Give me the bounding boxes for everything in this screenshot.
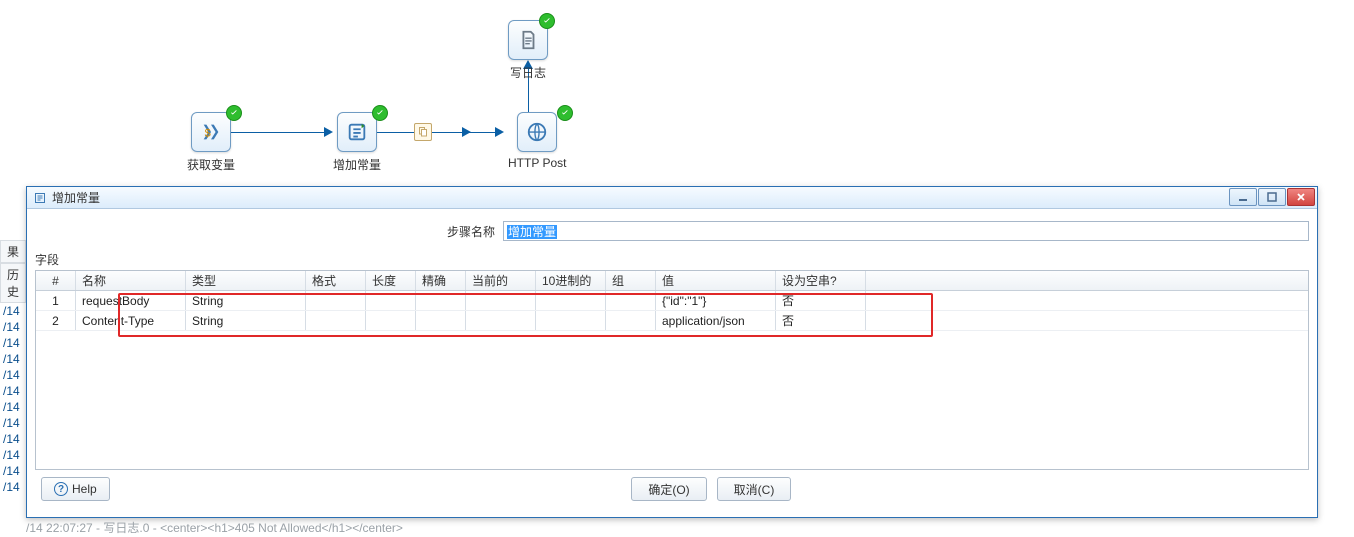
add-constant-dialog: 增加常量 步骤名称 增加常量 字段 # 名称 类型 格式 长度 精确 当前的 1… <box>26 186 1318 518</box>
gutter-row: /14 <box>0 399 26 415</box>
col-format[interactable]: 格式 <box>306 271 366 290</box>
globe-icon <box>526 121 548 143</box>
fields-grid[interactable]: # 名称 类型 格式 长度 精确 当前的 10进制的 组 值 设为空串? 1re… <box>35 270 1309 470</box>
node-http-post[interactable]: HTTP Post <box>508 112 566 170</box>
node-get-variable[interactable]: $ 获取变量 <box>187 112 235 173</box>
cell[interactable]: requestBody <box>76 291 186 310</box>
col-precision[interactable]: 精确 <box>416 271 466 290</box>
cell[interactable] <box>416 291 466 310</box>
col-current[interactable]: 当前的 <box>466 271 536 290</box>
step-name-value: 增加常量 <box>507 225 557 239</box>
cell[interactable] <box>606 311 656 330</box>
step-name-label: 步骤名称 <box>35 223 503 240</box>
cell[interactable] <box>306 311 366 330</box>
cell[interactable]: 1 <box>36 291 76 310</box>
cell[interactable]: String <box>186 291 306 310</box>
col-type[interactable]: 类型 <box>186 271 306 290</box>
gutter-header: 果 <box>0 240 26 263</box>
cell[interactable]: 2 <box>36 311 76 330</box>
list-icon <box>346 121 368 143</box>
node-label: 获取变量 <box>187 156 235 173</box>
close-icon <box>1296 192 1306 202</box>
cell[interactable] <box>536 291 606 310</box>
minimize-button[interactable] <box>1229 188 1257 206</box>
arrow-icon <box>231 132 326 133</box>
cell[interactable] <box>606 291 656 310</box>
gutter-row: /14 <box>0 319 26 335</box>
col-empty[interactable]: 设为空串? <box>776 271 866 290</box>
cell[interactable]: {"id":"1"} <box>656 291 776 310</box>
node-label: HTTP Post <box>508 156 566 170</box>
minimize-icon <box>1238 192 1248 202</box>
col-group[interactable]: 组 <box>606 271 656 290</box>
cell[interactable]: application/json <box>656 311 776 330</box>
cell[interactable] <box>466 311 536 330</box>
dialog-title-icon <box>33 191 47 205</box>
cell[interactable]: Content-Type <box>76 311 186 330</box>
arrow-head-icon <box>324 127 333 137</box>
maximize-button[interactable] <box>1258 188 1286 206</box>
svg-text:$: $ <box>205 128 211 140</box>
variable-icon: $ <box>200 121 222 143</box>
arrow-head-icon <box>495 127 504 137</box>
workflow-canvas: $ 获取变量 增加常量 HTTP Post 写日志 <box>0 0 1354 190</box>
gutter-row: /14 <box>0 463 26 479</box>
grid-header: # 名称 类型 格式 长度 精确 当前的 10进制的 组 值 设为空串? <box>36 271 1308 291</box>
results-gutter: 果 历史 /14/14/14/14/14/14/14/14/14/14/14/1… <box>0 240 26 495</box>
cell[interactable]: 否 <box>776 311 866 330</box>
check-badge-icon <box>557 105 573 121</box>
gutter-row: /14 <box>0 431 26 447</box>
cell[interactable]: String <box>186 311 306 330</box>
fields-section-label: 字段 <box>35 251 1309 268</box>
col-name[interactable]: 名称 <box>76 271 186 290</box>
arrow-head-icon <box>462 127 471 137</box>
help-button[interactable]: ? Help <box>41 477 110 501</box>
gutter-row: /14 <box>0 479 26 495</box>
col-value[interactable]: 值 <box>656 271 776 290</box>
cell[interactable] <box>306 291 366 310</box>
ok-button[interactable]: 确定(O) <box>631 477 706 501</box>
log-line: /14 22:07:27 - 写日志.0 - <center><h1>405 N… <box>26 519 403 536</box>
check-badge-icon <box>226 105 242 121</box>
cell[interactable]: 否 <box>776 291 866 310</box>
col-index[interactable]: # <box>36 271 76 290</box>
col-decimal[interactable]: 10进制的 <box>536 271 606 290</box>
cell[interactable] <box>366 311 416 330</box>
node-write-log[interactable]: 写日志 <box>508 20 548 81</box>
dialog-titlebar[interactable]: 增加常量 <box>27 187 1317 209</box>
arrow-icon <box>377 132 497 133</box>
gutter-row: /14 <box>0 383 26 399</box>
cell[interactable] <box>416 311 466 330</box>
close-button[interactable] <box>1287 188 1315 206</box>
node-label: 增加常量 <box>333 156 381 173</box>
check-badge-icon <box>539 13 555 29</box>
document-icon <box>517 29 539 51</box>
check-badge-icon <box>372 105 388 121</box>
help-label: Help <box>72 482 97 496</box>
cell[interactable] <box>466 291 536 310</box>
cell[interactable] <box>536 311 606 330</box>
col-length[interactable]: 长度 <box>366 271 416 290</box>
help-icon: ? <box>54 482 68 496</box>
maximize-icon <box>1267 192 1277 202</box>
gutter-row: /14 <box>0 303 26 319</box>
gutter-row: /14 <box>0 335 26 351</box>
cancel-button[interactable]: 取消(C) <box>717 477 792 501</box>
step-name-input[interactable]: 增加常量 <box>503 221 1309 241</box>
gutter-row: /14 <box>0 447 26 463</box>
gutter-row: /14 <box>0 415 26 431</box>
cell[interactable] <box>366 291 416 310</box>
gutter-row: /14 <box>0 351 26 367</box>
dialog-title: 增加常量 <box>52 189 100 206</box>
copy-icon <box>414 123 432 141</box>
gutter-row: /14 <box>0 367 26 383</box>
table-row[interactable]: 2Content-TypeString application/json否 <box>36 311 1308 331</box>
table-row[interactable]: 1requestBodyString {"id":"1"}否 <box>36 291 1308 311</box>
gutter-subheader: 历史 <box>0 263 26 303</box>
node-add-constant[interactable]: 增加常量 <box>333 112 381 173</box>
node-label: 写日志 <box>510 64 546 81</box>
